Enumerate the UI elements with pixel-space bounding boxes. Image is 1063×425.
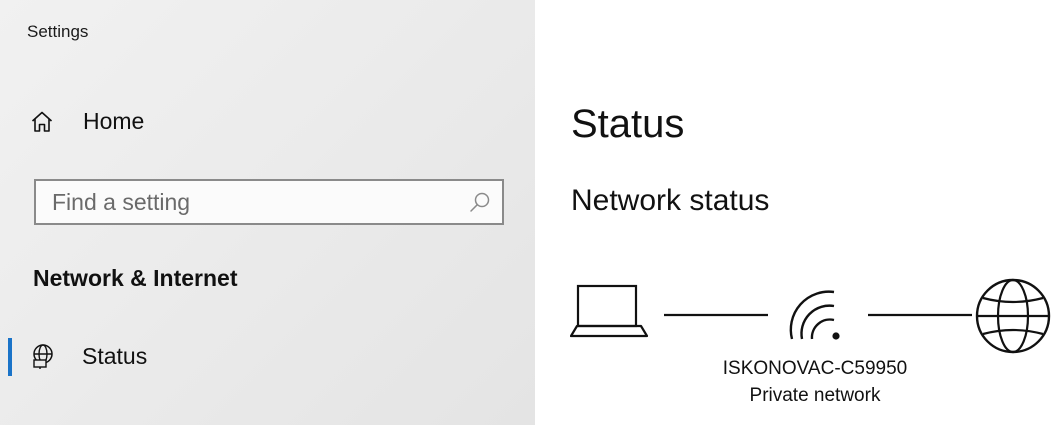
settings-window: Settings Home Network & Internet	[0, 0, 1063, 425]
selection-indicator	[8, 338, 12, 376]
page-title: Status	[571, 102, 685, 146]
wifi-icon	[789, 290, 840, 340]
app-title: Settings	[27, 22, 89, 41]
section-heading: Network & Internet	[33, 265, 238, 291]
search-input[interactable]	[36, 181, 456, 223]
search-box[interactable]	[34, 179, 504, 225]
home-label: Home	[83, 108, 145, 134]
home-icon	[30, 110, 54, 134]
sidebar: Settings Home Network & Internet	[0, 0, 535, 425]
network-status-heading: Network status	[571, 184, 770, 217]
sidebar-item-label: Status	[82, 343, 148, 369]
sidebar-item-status[interactable]: Status	[0, 335, 535, 377]
search-icon[interactable]	[469, 191, 491, 213]
network-type: Private network	[749, 385, 881, 406]
network-status-icon	[30, 343, 56, 369]
network-name: ISKONOVAC-C59950	[722, 358, 908, 379]
globe-icon	[975, 278, 1051, 354]
network-diagram	[569, 270, 1063, 360]
laptop-icon	[569, 284, 649, 338]
main-content: Status Network status ISKONOVAC-C59950 P…	[535, 0, 1063, 425]
home-nav-item[interactable]: Home	[30, 108, 144, 135]
